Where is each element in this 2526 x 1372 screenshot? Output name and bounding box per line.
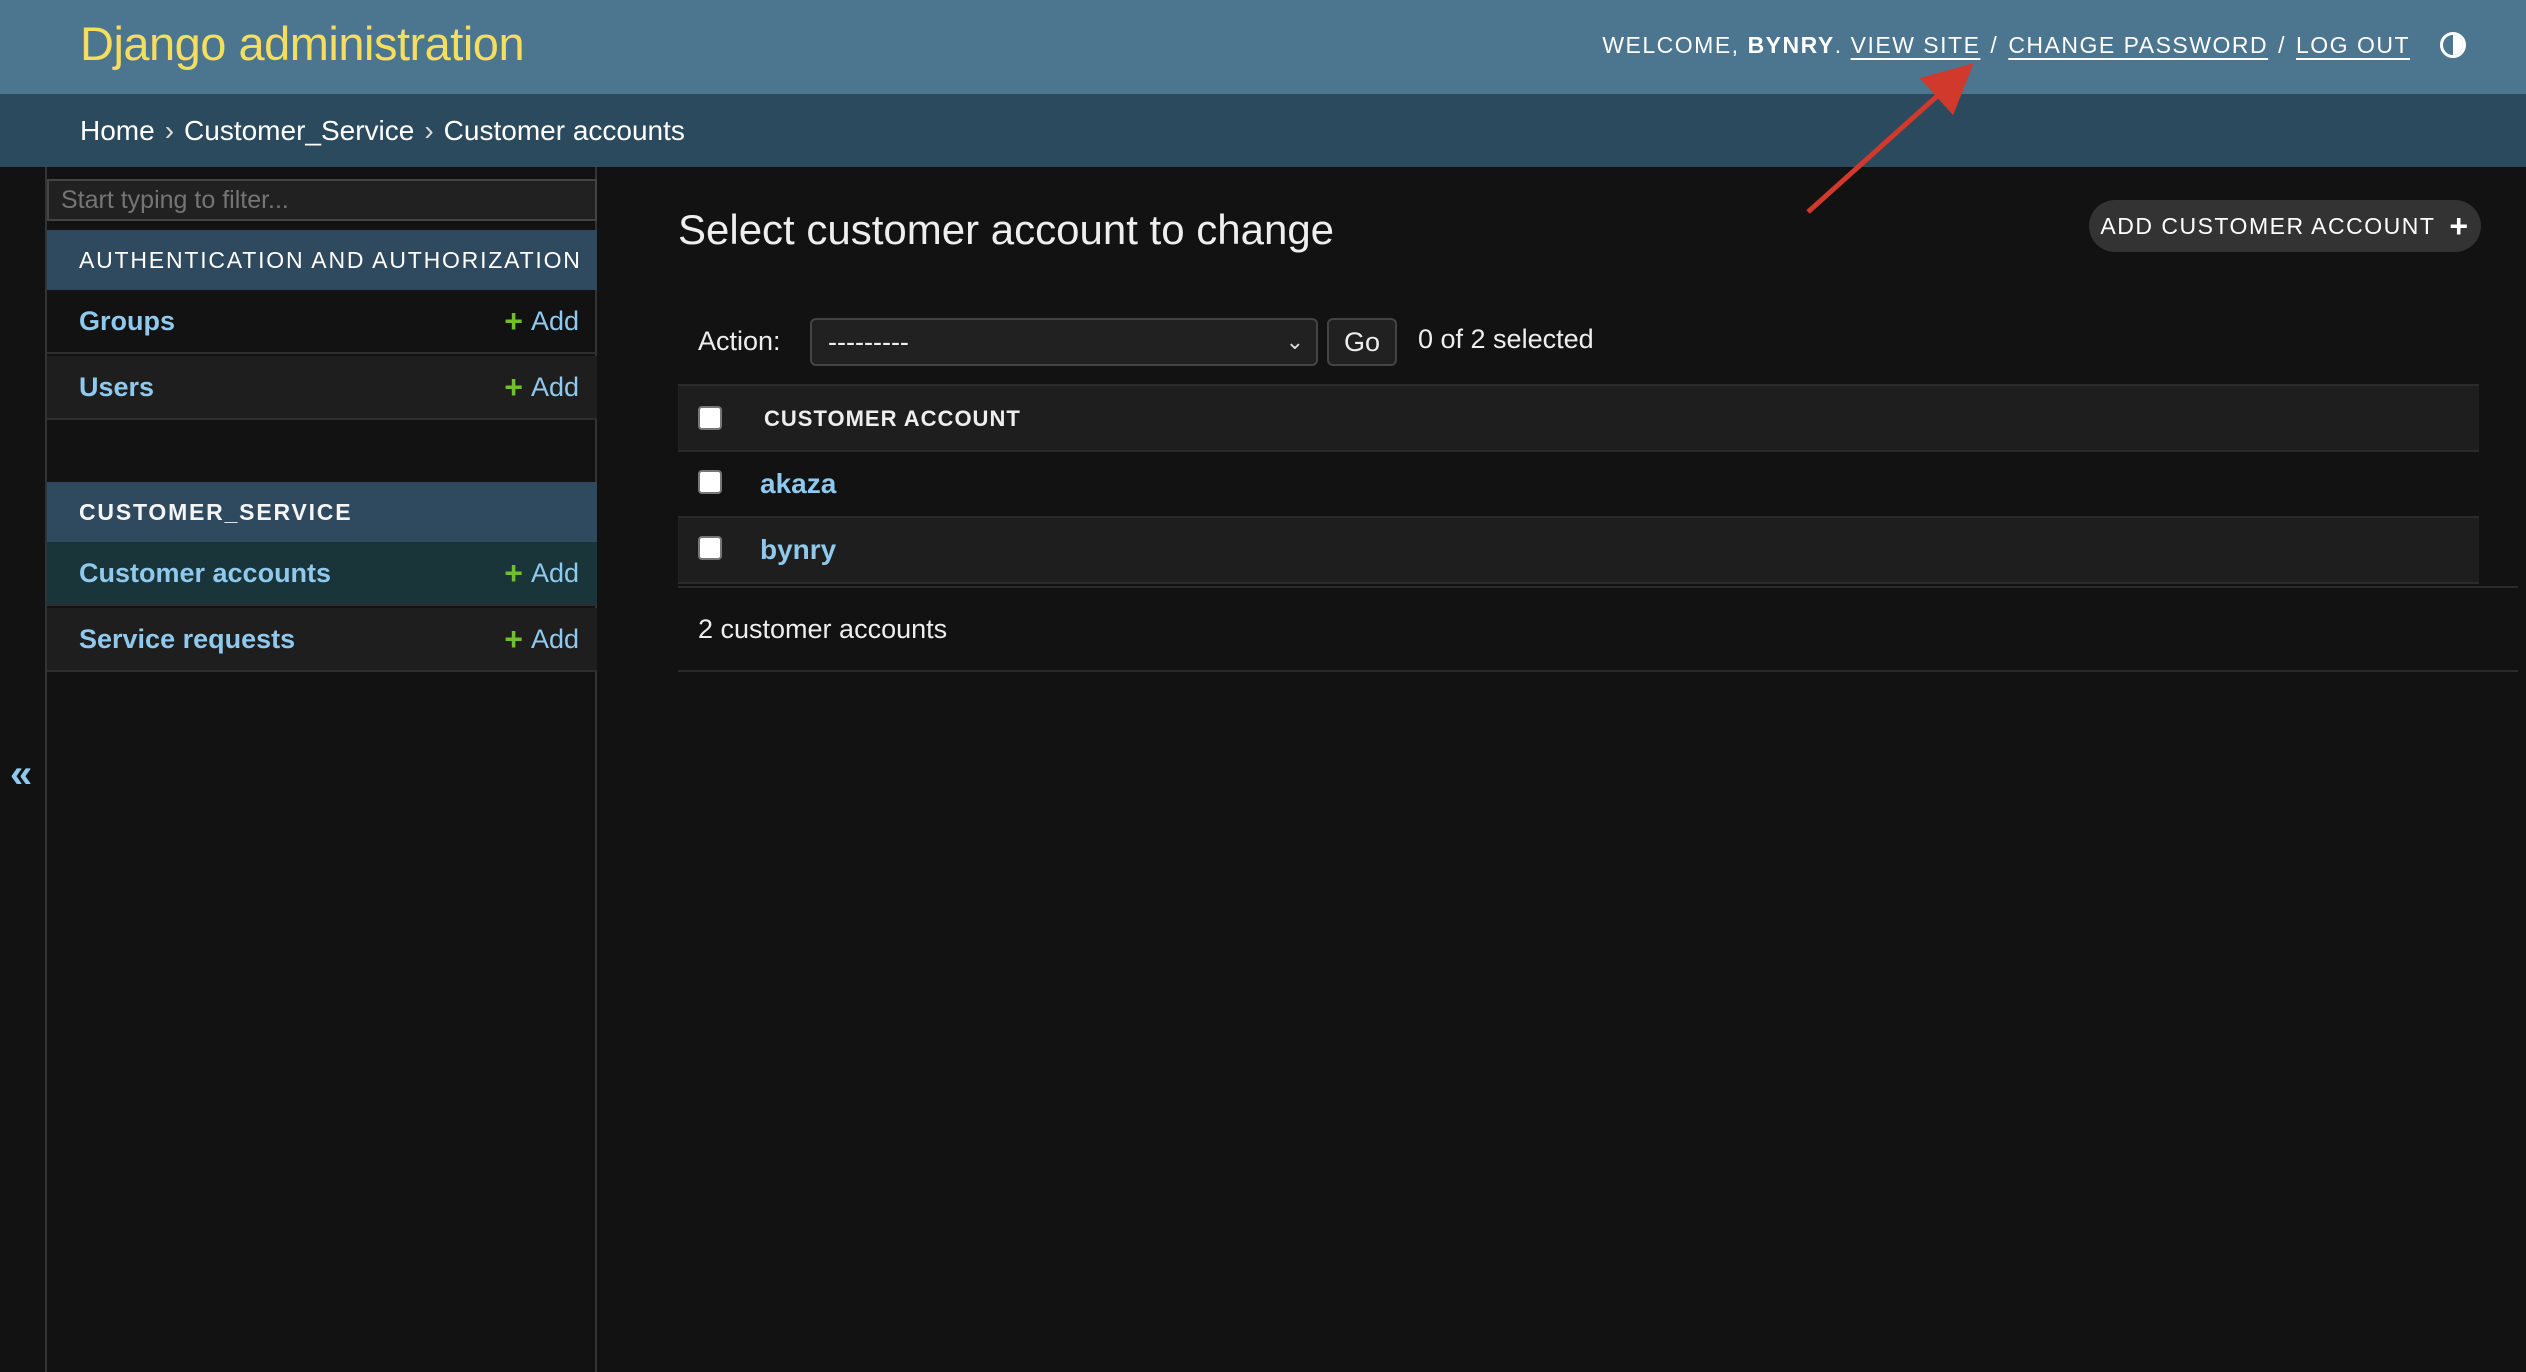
select-all-checkbox[interactable] [698, 406, 722, 430]
table-row: akaza [678, 452, 2479, 518]
nav-sidebar: AUTHENTICATION AND AUTHORIZATION Groups … [45, 167, 597, 1372]
selected-count: 0 of 2 selected [1418, 324, 1594, 354]
column-header-customer-account[interactable]: CUSTOMER ACCOUNT [764, 406, 1021, 432]
add-button-label: ADD CUSTOMER ACCOUNT [2100, 212, 2436, 239]
separator: / [2278, 31, 2286, 58]
add-label: Add [530, 623, 579, 654]
collapse-sidebar-icon[interactable]: « [10, 752, 32, 797]
row-link[interactable]: akaza [760, 468, 836, 500]
separator: / [1990, 31, 1999, 58]
welcome-text: WELCOME, [1602, 31, 1740, 58]
theme-toggle-icon[interactable] [2440, 32, 2466, 58]
sidebar-item-label[interactable]: Users [79, 372, 154, 403]
plus-icon: + [504, 302, 523, 339]
action-label: Action: [698, 326, 781, 356]
plus-icon: + [504, 620, 523, 657]
action-select-value: --------- [828, 326, 909, 357]
breadcrumb-separator: › [164, 114, 175, 146]
result-count: 2 customer accounts [698, 613, 948, 644]
header: Django administration WELCOME, BYNRY . V… [0, 0, 2526, 94]
nav-filter-input[interactable] [47, 179, 597, 221]
view-site-link[interactable]: VIEW SITE [1851, 32, 1981, 59]
row-checkbox[interactable] [698, 470, 722, 494]
table-header: CUSTOMER ACCOUNT [678, 384, 2479, 452]
breadcrumb-separator: › [424, 114, 434, 146]
add-label: Add [530, 305, 579, 336]
sidebar-item-customer-accounts[interactable]: Customer accounts + Add [47, 542, 597, 606]
module-caption-auth[interactable]: AUTHENTICATION AND AUTHORIZATION [47, 230, 597, 290]
row-link[interactable]: bynry [760, 534, 836, 566]
log-out-link[interactable]: LOG OUT [2296, 32, 2410, 59]
sidebar-item-label[interactable]: Groups [79, 306, 175, 337]
table-row: bynry [678, 518, 2479, 584]
breadcrumb-app[interactable]: Customer_Service [184, 115, 414, 147]
change-password-link[interactable]: CHANGE PASSWORD [2008, 32, 2268, 59]
action-select[interactable]: --------- ⌄ [810, 318, 1318, 366]
go-button[interactable]: Go [1327, 318, 1397, 366]
breadcrumb: Home › Customer_Service › Customer accou… [0, 94, 2526, 167]
breadcrumb-home[interactable]: Home [80, 115, 155, 147]
plus-icon: + [504, 554, 523, 591]
add-groups-link[interactable]: + Add [504, 303, 579, 340]
user-tools: WELCOME, BYNRY . VIEW SITE / CHANGE PASS… [1602, 28, 2466, 62]
add-label: Add [530, 371, 579, 402]
chevron-down-icon: ⌄ [1285, 329, 1304, 354]
plus-icon: + [504, 368, 523, 405]
module-caption-customer-service[interactable]: CUSTOMER_SERVICE [47, 482, 597, 542]
add-customer-accounts-link[interactable]: + Add [504, 555, 579, 592]
site-branding[interactable]: Django administration [80, 16, 525, 71]
breadcrumb-current: Customer accounts [443, 114, 685, 146]
period: . [1834, 31, 1843, 58]
paginator: 2 customer accounts [678, 586, 2518, 672]
plus-icon: + [2449, 207, 2470, 244]
add-label: Add [530, 557, 579, 588]
sidebar-item-groups[interactable]: Groups + Add [47, 290, 597, 354]
row-checkbox[interactable] [698, 536, 722, 560]
add-users-link[interactable]: + Add [504, 369, 579, 406]
page-title: Select customer account to change [678, 206, 1335, 253]
add-service-requests-link[interactable]: + Add [504, 621, 579, 658]
sidebar-item-service-requests[interactable]: Service requests + Add [47, 608, 597, 672]
sidebar-item-label[interactable]: Customer accounts [79, 558, 331, 589]
username: BYNRY [1747, 31, 1835, 58]
sidebar-item-users[interactable]: Users + Add [47, 356, 597, 420]
sidebar-item-label[interactable]: Service requests [79, 624, 295, 655]
add-customer-account-button[interactable]: ADD CUSTOMER ACCOUNT + [2089, 200, 2481, 252]
